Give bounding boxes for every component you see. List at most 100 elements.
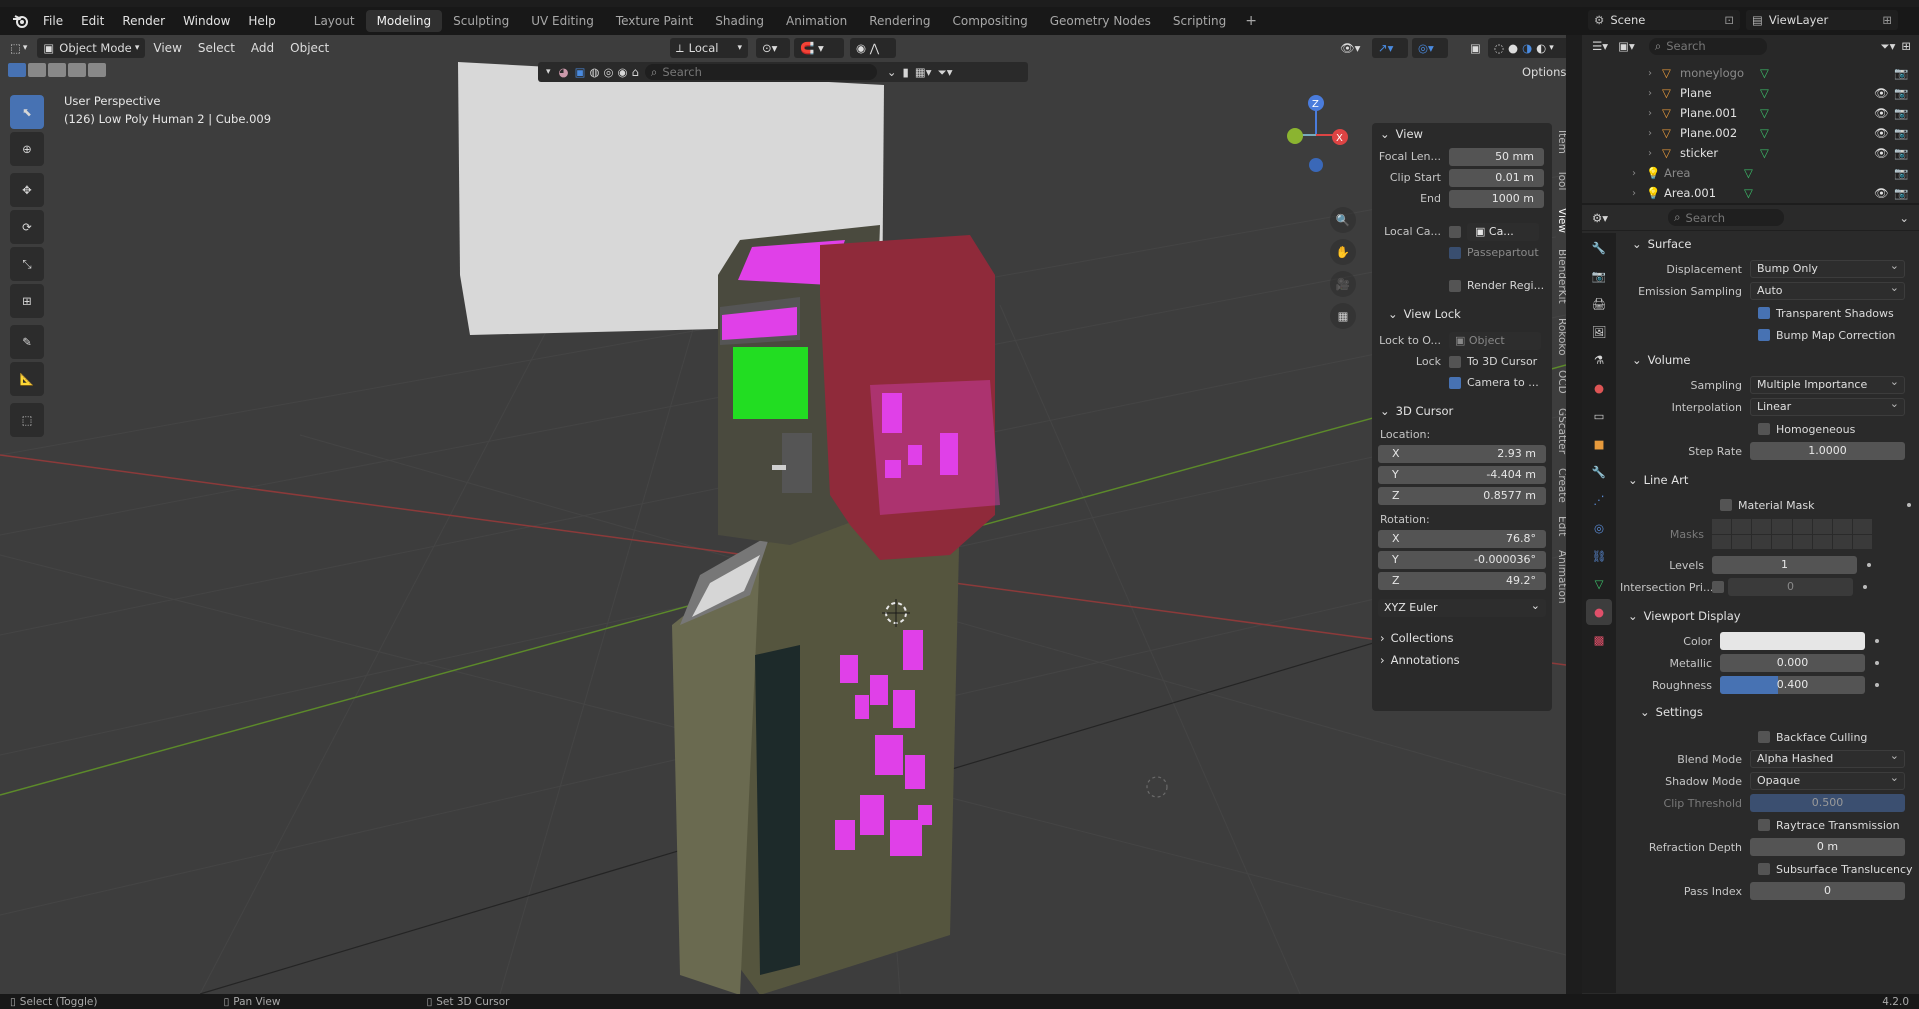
light-filter-icon[interactable]: ◎ — [604, 65, 614, 79]
scene-selector[interactable]: ⚙ Scene ⊡ — [1588, 10, 1740, 30]
move-tool[interactable]: ✥ — [10, 173, 44, 207]
new-collection-icon[interactable]: ⊞ — [1901, 39, 1911, 53]
subsurface-translucency-checkbox[interactable] — [1758, 863, 1770, 875]
expand-arrow-icon[interactable]: › — [1632, 188, 1636, 199]
properties-editor-icon[interactable]: ⚙▾ — [1592, 211, 1608, 225]
levels-field[interactable]: 1 — [1712, 556, 1857, 574]
physics-tab-icon[interactable]: ◎ — [1586, 515, 1612, 541]
cursor-rotation-x[interactable]: X 76.8° — [1378, 529, 1546, 548]
camera-render-icon[interactable]: 📷 — [1894, 166, 1908, 180]
expand-arrow-icon[interactable]: › — [1648, 128, 1652, 139]
sidebar-tab-gscatter[interactable]: GScatter — [1556, 401, 1566, 461]
sidebar-tab-ocd[interactable]: OCD — [1556, 363, 1566, 401]
view-panel-header[interactable]: ⌄ View — [1372, 123, 1552, 145]
clip-start-field[interactable]: 0.01 m — [1449, 168, 1544, 187]
add-cube-tool[interactable]: ⬚ — [10, 403, 44, 437]
modifier-tab-icon[interactable]: 🔧 — [1586, 459, 1612, 485]
tab-animation[interactable]: Animation — [775, 10, 858, 32]
zoom-button[interactable]: 🔍 — [1330, 207, 1356, 233]
cursor-location-z[interactable]: Z 0.8577 m — [1378, 486, 1546, 505]
annotations-header[interactable]: › Annotations — [1372, 649, 1552, 671]
focal-length-field[interactable]: 50 mm — [1449, 147, 1544, 166]
sidebar-tab-edit[interactable]: Edit — [1556, 509, 1566, 543]
local-camera-checkbox[interactable] — [1449, 225, 1461, 238]
eye-icon[interactable]: 👁 — [1874, 106, 1889, 120]
mesh-filter-icon[interactable]: ◍ — [589, 65, 599, 79]
render-tab-icon[interactable]: 📷 — [1586, 263, 1612, 289]
keyframe-dot-icon[interactable] — [1875, 639, 1879, 643]
material-tab-icon[interactable]: ● — [1586, 599, 1612, 625]
filter-icon[interactable]: ⏷▾ — [1880, 39, 1895, 54]
outliner-editor-icon[interactable]: ☰▾ — [1592, 39, 1608, 53]
sidebar-tab-create[interactable]: Create — [1556, 461, 1566, 509]
menu-file[interactable]: File — [34, 10, 72, 32]
scale-tool[interactable]: ⤡ — [10, 247, 44, 281]
tab-rendering[interactable]: Rendering — [858, 10, 941, 32]
menu-window[interactable]: Window — [174, 10, 239, 32]
world-tab-icon[interactable]: ● — [1586, 375, 1612, 401]
homogeneous-checkbox[interactable] — [1758, 423, 1770, 435]
texture-tab-icon[interactable]: ▩ — [1586, 627, 1612, 653]
material-mask-checkbox[interactable] — [1720, 499, 1732, 511]
pin-icon[interactable]: ⊡ — [1724, 13, 1734, 27]
intersection-field[interactable]: 0 — [1728, 578, 1853, 596]
keyframe-dot-icon[interactable] — [1907, 503, 1911, 507]
bookmark-icon[interactable]: ▮ — [903, 65, 909, 79]
sidebar-tab-blenderkit[interactable]: BlenderKit — [1556, 241, 1566, 311]
select-intersect-icon[interactable] — [88, 63, 106, 77]
select-subtract-icon[interactable] — [48, 63, 66, 77]
interpolation-dropdown[interactable]: Linear — [1750, 396, 1905, 416]
tool-tab-icon[interactable]: 🔧 — [1586, 235, 1612, 261]
tab-geometry-nodes[interactable]: Geometry Nodes — [1039, 10, 1162, 32]
viewport-menu-object[interactable]: Object — [282, 41, 337, 55]
sidebar-tab-animation[interactable]: Animation — [1556, 543, 1566, 611]
outliner-item[interactable]: › ▽ Plane ▽ 👁 📷 — [1582, 83, 1919, 103]
expand-arrow-icon[interactable]: › — [1648, 148, 1652, 159]
keyframe-dot-icon[interactable] — [1875, 683, 1879, 687]
material-shading-icon[interactable]: ◑ — [1522, 41, 1532, 55]
transform-tool[interactable]: ⊞ — [10, 284, 44, 318]
keyframe-dot-icon[interactable] — [1867, 563, 1871, 567]
bump-map-correction-checkbox[interactable] — [1758, 329, 1770, 341]
output-tab-icon[interactable]: 🖨 — [1586, 291, 1612, 317]
camera-render-icon[interactable]: 📷 — [1894, 126, 1908, 140]
viewport-display-section-header[interactable]: ⌄ Viewport Display — [1620, 605, 1919, 627]
data-tab-icon[interactable]: ▽ — [1586, 571, 1612, 597]
overlay-toggle[interactable]: ◎▾ — [1412, 38, 1448, 58]
visibility-button[interactable]: 👁▾ — [1334, 38, 1370, 58]
intersection-checkbox[interactable] — [1712, 581, 1724, 593]
outliner-item[interactable]: › ▽ Plane.002 ▽ 👁 📷 — [1582, 123, 1919, 143]
camera-to-view-checkbox[interactable] — [1449, 376, 1461, 389]
surface-section-header[interactable]: ⌄ Surface — [1620, 233, 1919, 255]
pan-button[interactable]: ✋ — [1330, 239, 1356, 265]
pass-index-field[interactable]: 0 — [1750, 882, 1905, 900]
sidebar-tab-tool[interactable]: Tool — [1556, 161, 1566, 199]
select-extend-icon[interactable] — [28, 63, 46, 77]
camera-view-button[interactable]: 🎥 — [1330, 271, 1356, 297]
select-new-icon[interactable] — [8, 63, 26, 77]
add-workspace-icon[interactable]: + — [1237, 13, 1265, 29]
object-filter-icon[interactable]: ▣ — [575, 65, 586, 79]
emission-sampling-dropdown[interactable]: Auto — [1750, 280, 1905, 300]
cursor-location-y[interactable]: Y -4.404 m — [1378, 465, 1546, 484]
lock-cursor-checkbox[interactable] — [1449, 355, 1461, 368]
wireframe-shading-icon[interactable]: ◌ — [1494, 41, 1504, 55]
settings-section-header[interactable]: ⌄ Settings — [1620, 701, 1919, 723]
3d-cursor-header[interactable]: ⌄ 3D Cursor — [1372, 400, 1552, 422]
transparent-shadows-checkbox[interactable] — [1758, 307, 1770, 319]
filter-icon[interactable]: ⏷▾ — [938, 65, 953, 80]
3d-viewport[interactable]: Z X ⬚ ▾ ▣ Object Mode ▾ View Select Add O… — [0, 35, 1566, 994]
tab-sculpting[interactable]: Sculpting — [442, 10, 520, 32]
viewport-menu-add[interactable]: Add — [243, 41, 282, 55]
outliner-item[interactable]: › ▽ moneylogo ▽ 📷 — [1582, 63, 1919, 83]
collections-header[interactable]: › Collections — [1372, 627, 1552, 649]
line-art-section-header[interactable]: ⌄ Line Art — [1620, 469, 1919, 491]
proportional-edit-button[interactable]: ◉ ⋀ — [850, 38, 896, 58]
cursor-rotation-z[interactable]: Z 49.2° — [1378, 571, 1546, 590]
sampling-dropdown[interactable]: Multiple Importance — [1750, 374, 1905, 394]
view-layer-tab-icon[interactable]: 🖼 — [1586, 319, 1612, 345]
outliner-item[interactable]: › 💡 Area ▽ 📷 — [1582, 163, 1919, 183]
render-color-icon[interactable]: ◕ — [559, 65, 569, 79]
new-layer-icon[interactable]: ⊞ — [1882, 13, 1892, 27]
tab-compositing[interactable]: Compositing — [941, 10, 1038, 32]
